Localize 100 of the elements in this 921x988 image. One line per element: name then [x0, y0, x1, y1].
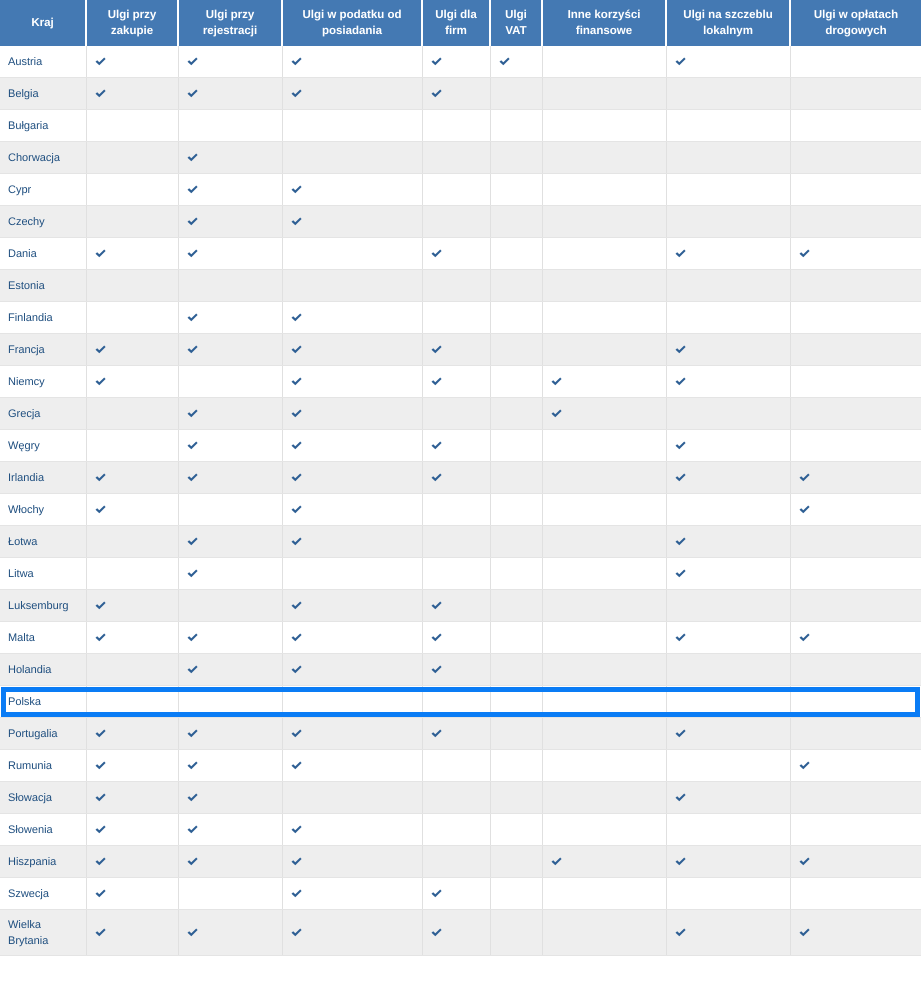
- check-icon: [94, 345, 106, 354]
- check-icon: [430, 249, 442, 258]
- check-icon: [94, 89, 106, 98]
- column-header: Inne korzyści finansowe: [542, 0, 666, 46]
- check-icon: [674, 57, 686, 66]
- check-icon: [290, 729, 302, 738]
- check-icon: [186, 473, 198, 482]
- check-icon: [674, 345, 686, 354]
- column-header: Kraj: [0, 0, 86, 46]
- check-icon: [550, 409, 562, 418]
- check-icon: [94, 601, 106, 610]
- check-icon: [430, 441, 442, 450]
- check-icon: [186, 928, 198, 937]
- check-icon: [430, 345, 442, 354]
- check-icon: [94, 889, 106, 898]
- check-icon: [186, 345, 198, 354]
- check-icon: [674, 569, 686, 578]
- check-icon: [186, 729, 198, 738]
- check-icon: [94, 505, 106, 514]
- check-icon: [290, 473, 302, 482]
- check-icon: [290, 825, 302, 834]
- check-icon: [290, 409, 302, 418]
- check-icon: [186, 633, 198, 642]
- check-icon: [186, 569, 198, 578]
- check-icon: [290, 928, 302, 937]
- check-icon: [290, 665, 302, 674]
- check-icon: [430, 89, 442, 98]
- check-icon: [186, 825, 198, 834]
- check-icon: [798, 473, 810, 482]
- check-icon: [186, 761, 198, 770]
- column-header: Ulgi w podatku od posiadania: [282, 0, 422, 46]
- check-icon: [798, 857, 810, 866]
- check-icon: [186, 793, 198, 802]
- check-icon: [186, 153, 198, 162]
- check-icon: [186, 89, 198, 98]
- check-icon: [290, 377, 302, 386]
- check-icon: [674, 537, 686, 546]
- check-icon: [290, 601, 302, 610]
- check-icon: [674, 377, 686, 386]
- check-icon: [94, 761, 106, 770]
- check-icon: [186, 313, 198, 322]
- check-icon: [290, 345, 302, 354]
- check-icon: [186, 57, 198, 66]
- check-icon: [674, 928, 686, 937]
- check-icon: [798, 761, 810, 770]
- check-icon: [550, 377, 562, 386]
- check-icon: [186, 665, 198, 674]
- check-icon: [290, 505, 302, 514]
- check-icon: [290, 889, 302, 898]
- check-icon: [290, 441, 302, 450]
- check-icon: [430, 57, 442, 66]
- check-icon: [186, 441, 198, 450]
- check-icon: [290, 537, 302, 546]
- check-icon: [94, 57, 106, 66]
- check-icon: [94, 857, 106, 866]
- check-icon: [290, 89, 302, 98]
- check-icon: [186, 217, 198, 226]
- country-name: Wielka Brytania: [0, 910, 86, 956]
- check-icon: [798, 249, 810, 258]
- column-header: Ulgi VAT: [490, 0, 542, 46]
- check-icon: [430, 473, 442, 482]
- check-icon: [674, 857, 686, 866]
- check-icon: [674, 249, 686, 258]
- check-icon: [94, 729, 106, 738]
- check-icon: [94, 793, 106, 802]
- column-header: Ulgi w opłatach drogowych: [790, 0, 921, 46]
- column-header: Ulgi dla firm: [422, 0, 490, 46]
- check-icon: [94, 633, 106, 642]
- check-icon: [290, 761, 302, 770]
- check-icon: [290, 857, 302, 866]
- check-icon: [798, 928, 810, 937]
- check-icon: [290, 185, 302, 194]
- check-icon: [674, 441, 686, 450]
- column-header: Ulgi na szczeblu lokalnym: [666, 0, 790, 46]
- check-icon: [674, 729, 686, 738]
- check-icon: [94, 825, 106, 834]
- check-icon: [430, 633, 442, 642]
- check-icon: [798, 505, 810, 514]
- check-icon: [94, 377, 106, 386]
- check-icon: [186, 249, 198, 258]
- check-icon: [430, 928, 442, 937]
- check-icon: [674, 633, 686, 642]
- check-icon: [430, 665, 442, 674]
- check-icon: [94, 473, 106, 482]
- check-icon: [498, 57, 510, 66]
- check-icon: [798, 633, 810, 642]
- check-icon: [186, 537, 198, 546]
- check-icon: [674, 793, 686, 802]
- check-icon: [94, 249, 106, 258]
- check-icon: [430, 377, 442, 386]
- check-icon: [674, 473, 686, 482]
- check-icon: [186, 409, 198, 418]
- check-icon: [550, 857, 562, 866]
- check-icon: [290, 217, 302, 226]
- check-icon: [430, 601, 442, 610]
- check-icon: [290, 313, 302, 322]
- check-icon: [430, 729, 442, 738]
- check-icon: [94, 928, 106, 937]
- column-header: Ulgi przy zakupie: [86, 0, 178, 46]
- column-header: Ulgi przy rejestracji: [178, 0, 282, 46]
